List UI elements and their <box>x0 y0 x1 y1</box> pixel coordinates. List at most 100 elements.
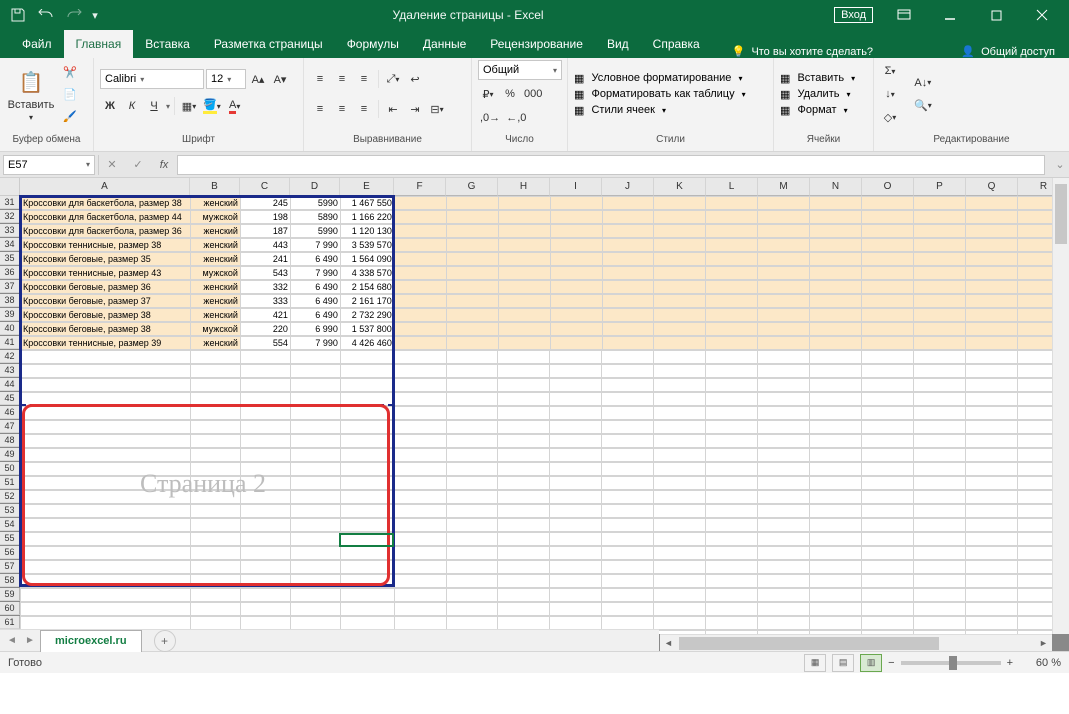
cell[interactable] <box>498 379 550 392</box>
cell[interactable] <box>810 407 862 420</box>
cell[interactable] <box>190 407 240 420</box>
cell[interactable]: 6 490 <box>290 281 340 294</box>
cell[interactable]: 421 <box>240 309 290 322</box>
cell[interactable] <box>1017 393 1052 406</box>
horizontal-scrollbar[interactable]: ◄ ► <box>660 634 1052 651</box>
cell[interactable] <box>340 547 394 560</box>
cell[interactable] <box>1017 505 1052 518</box>
cell[interactable] <box>1017 449 1052 462</box>
cell[interactable] <box>240 421 290 434</box>
cell[interactable] <box>1017 197 1052 210</box>
save-icon[interactable] <box>4 3 32 27</box>
cell[interactable] <box>290 435 340 448</box>
column-header[interactable]: P <box>914 178 966 196</box>
cell[interactable] <box>446 239 498 252</box>
cell[interactable] <box>810 505 862 518</box>
cell[interactable]: 3 539 570 <box>340 239 394 252</box>
column-header[interactable]: Q <box>966 178 1018 196</box>
cell[interactable] <box>862 505 914 518</box>
cell[interactable] <box>240 393 290 406</box>
cell[interactable] <box>290 449 340 462</box>
cell[interactable] <box>706 589 758 602</box>
sheet-nav-prev-icon[interactable]: ◄ <box>4 635 20 646</box>
cell[interactable] <box>498 225 550 238</box>
cell[interactable] <box>758 449 810 462</box>
cell[interactable] <box>498 449 550 462</box>
row-header[interactable]: 36 <box>0 266 20 279</box>
column-header[interactable]: L <box>706 178 758 196</box>
cell[interactable] <box>20 379 190 392</box>
cell[interactable] <box>20 603 190 616</box>
cell[interactable] <box>290 491 340 504</box>
cell[interactable] <box>190 533 240 546</box>
cell[interactable] <box>706 435 758 448</box>
cell[interactable] <box>240 449 290 462</box>
cell[interactable] <box>394 267 446 280</box>
cell[interactable]: Кроссовки теннисные, размер 38 <box>20 239 190 252</box>
cell[interactable] <box>862 477 914 490</box>
cell[interactable] <box>706 407 758 420</box>
cell[interactable] <box>706 197 758 210</box>
cell[interactable] <box>1017 477 1052 490</box>
cell[interactable] <box>706 239 758 252</box>
cell[interactable] <box>1017 589 1052 602</box>
cell[interactable] <box>965 379 1017 392</box>
cell[interactable] <box>758 239 810 252</box>
cell[interactable] <box>240 617 290 630</box>
cell[interactable] <box>1017 463 1052 476</box>
share-button[interactable]: 👤Общий доступ <box>961 45 1069 58</box>
cell[interactable] <box>862 323 914 336</box>
cell[interactable] <box>550 519 602 532</box>
tab-file[interactable]: Файл <box>10 30 64 58</box>
cell[interactable] <box>550 617 602 630</box>
cell[interactable] <box>498 197 550 210</box>
cell[interactable] <box>965 267 1017 280</box>
cell[interactable] <box>394 561 446 574</box>
name-box[interactable]: E57▾ <box>3 155 95 175</box>
cell[interactable] <box>965 519 1017 532</box>
cell[interactable] <box>340 407 394 420</box>
cell[interactable] <box>602 407 654 420</box>
tell-me[interactable]: 💡Что вы хотите сделать? <box>732 45 873 58</box>
cell[interactable] <box>394 519 446 532</box>
cell[interactable] <box>446 211 498 224</box>
cell[interactable]: Кроссовки для баскетбола, размер 36 <box>20 225 190 238</box>
zoom-slider[interactable] <box>901 661 1001 665</box>
cell[interactable] <box>340 519 394 532</box>
cell[interactable] <box>654 547 706 560</box>
cell[interactable]: 7 990 <box>290 239 340 252</box>
copy-icon[interactable]: 📄 <box>60 84 80 104</box>
cell[interactable]: 2 732 290 <box>340 309 394 322</box>
cell[interactable] <box>550 267 602 280</box>
find-select-icon[interactable]: 🔍▾ <box>912 96 934 116</box>
row-header[interactable]: 41 <box>0 336 20 349</box>
cell[interactable] <box>965 253 1017 266</box>
cell[interactable]: 6 490 <box>290 295 340 308</box>
cell[interactable]: Кроссовки беговые, размер 36 <box>20 281 190 294</box>
cell[interactable] <box>190 589 240 602</box>
cell[interactable] <box>810 617 862 630</box>
cell[interactable] <box>20 435 190 448</box>
cell[interactable] <box>602 603 654 616</box>
cell[interactable] <box>706 561 758 574</box>
sort-filter-icon[interactable]: A↓▾ <box>912 73 934 93</box>
column-header[interactable]: G <box>446 178 498 196</box>
sign-in-button[interactable]: Вход <box>834 7 873 23</box>
cell[interactable] <box>290 603 340 616</box>
cell[interactable] <box>498 477 550 490</box>
cell[interactable] <box>654 589 706 602</box>
cell[interactable] <box>1017 295 1052 308</box>
row-header[interactable]: 34 <box>0 238 20 251</box>
cell[interactable] <box>190 477 240 490</box>
cell[interactable] <box>190 617 240 630</box>
sheet-nav-next-icon[interactable]: ► <box>22 635 38 646</box>
cell[interactable] <box>1017 365 1052 378</box>
cell[interactable] <box>602 575 654 588</box>
cell[interactable] <box>394 379 446 392</box>
row-header[interactable]: 48 <box>0 434 20 447</box>
cell[interactable] <box>550 435 602 448</box>
cell[interactable] <box>810 449 862 462</box>
cell[interactable] <box>394 337 446 350</box>
enter-formula-icon[interactable]: ✓ <box>125 152 151 178</box>
cell[interactable] <box>498 533 550 546</box>
